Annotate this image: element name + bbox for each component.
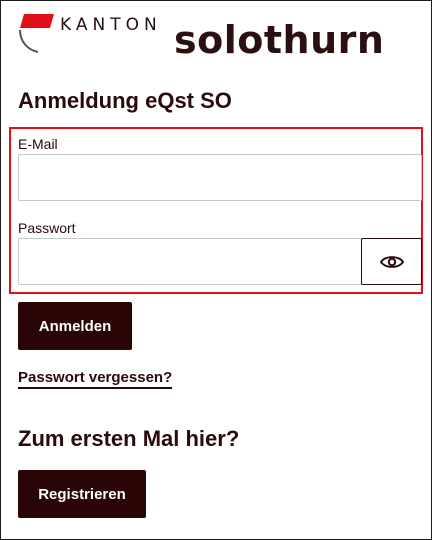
page-title: Anmeldung eQst SO: [18, 88, 232, 113]
email-label: E-Mail: [18, 136, 58, 152]
canton-flag-icon: [19, 14, 54, 53]
register-button[interactable]: Registrieren: [18, 470, 146, 518]
login-button[interactable]: Anmelden: [18, 302, 132, 350]
forgot-password-link[interactable]: Passwort vergessen?: [18, 369, 173, 389]
show-password-button[interactable]: [361, 238, 422, 285]
signup-title: Zum ersten Mal hier?: [18, 426, 240, 451]
password-label: Passwort: [18, 220, 76, 236]
password-field[interactable]: [18, 238, 362, 285]
logo-name-text: solothurn: [174, 18, 385, 62]
eye-icon: [379, 255, 404, 268]
email-field[interactable]: [18, 154, 422, 201]
canton-logo: KANTON solothurn: [18, 14, 410, 62]
logo-kanton-text: KANTON: [60, 15, 162, 35]
